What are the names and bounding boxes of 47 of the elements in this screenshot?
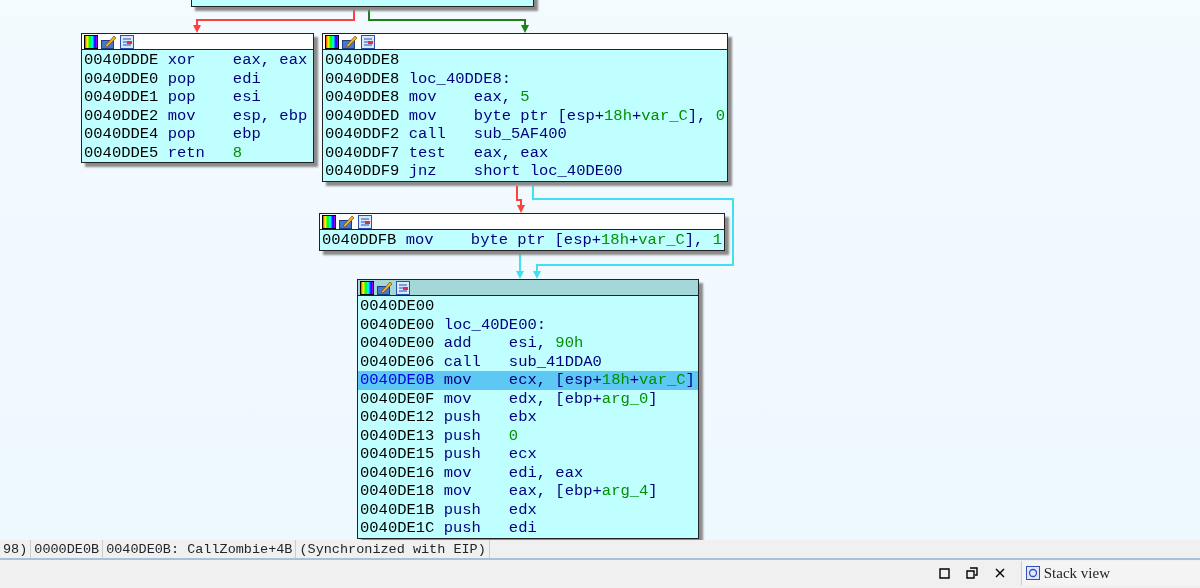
code-line[interactable]: 0040DE16 mov edi, eax — [358, 463, 698, 482]
list-icon[interactable] — [361, 35, 375, 49]
code-line[interactable]: 0040DE00 add esi, 90h — [358, 334, 698, 353]
list-icon[interactable] — [358, 215, 372, 229]
status-text: (Synchronized with EIP) — [296, 540, 490, 558]
code-line[interactable]: 0040DDE5 retn 8 — [82, 143, 313, 162]
restore-button[interactable] — [964, 566, 979, 580]
pencil-icon[interactable] — [339, 215, 355, 229]
code-line[interactable]: 0040DDDE xor eax, eax — [82, 51, 313, 70]
code-line[interactable]: 0040DDF7 test eax, eax — [323, 143, 727, 162]
code-line[interactable]: 0040DE1B push edx — [358, 500, 698, 519]
pencil-icon[interactable] — [377, 281, 393, 295]
code-line[interactable]: 0040DE13 push 0 — [358, 426, 698, 445]
list-icon[interactable] — [396, 281, 410, 295]
pencil-icon[interactable] — [342, 35, 358, 49]
stack-view-icon — [1025, 566, 1040, 580]
code-line[interactable]: 0040DDE1 pop esi — [82, 88, 313, 107]
gradient-icon[interactable] — [322, 215, 336, 229]
code-line[interactable]: 0040DE00 loc_40DE00: — [358, 315, 698, 334]
code-line[interactable]: 0040DDE8 — [323, 51, 727, 70]
code-line[interactable]: 0040DDED mov byte ptr [esp+18h+var_C], 0 — [323, 106, 727, 125]
gradient-icon[interactable] — [84, 35, 98, 49]
list-icon[interactable] — [120, 35, 134, 49]
status-text: 0000DE0B — [31, 540, 104, 558]
code-line[interactable]: 0040DE15 push ecx — [358, 445, 698, 464]
gradient-icon[interactable] — [360, 281, 374, 295]
tab-label: Stack view — [1043, 563, 1110, 583]
code-line[interactable]: 0040DE00 — [358, 297, 698, 316]
code-line[interactable]: 0040DDE8 loc_40DDE8: — [323, 69, 727, 88]
code-line[interactable]: 0040DDE8 mov eax, 5 — [323, 88, 727, 107]
code-line[interactable]: 0040DE1C push edi — [358, 519, 698, 538]
code-line[interactable]: 0040DE18 mov eax, [ebp+arg_4] — [358, 482, 698, 501]
status-text: 0040DE0B: CallZombie+4B — [103, 540, 297, 558]
maximize-button[interactable] — [936, 566, 951, 580]
code-line[interactable]: 0040DDF9 jnz short loc_40DE00 — [323, 162, 727, 181]
code-line[interactable]: 0040DDE2 mov esp, ebp — [82, 106, 313, 125]
code-line[interactable]: 0040DDF2 call sub_5AF400 — [323, 125, 727, 144]
gradient-icon[interactable] — [325, 35, 339, 49]
panel-tab[interactable]: Stack view — [1020, 561, 1200, 585]
code-line[interactable]: 0040DE06 call sub_41DDA0 — [358, 352, 698, 371]
code-line[interactable]: 0040DE12 push ebx — [358, 408, 698, 427]
code-line[interactable]: 0040DDE0 pop edi — [82, 69, 313, 88]
pencil-icon[interactable] — [101, 35, 117, 49]
code-line[interactable]: 0040DE0F mov edx, [ebp+arg_0] — [358, 389, 698, 408]
status-text: 98) — [0, 540, 32, 558]
code-line[interactable]: 0040DDE4 pop ebp — [82, 125, 313, 144]
code-line[interactable]: 0040DDFB mov byte ptr [esp+18h+var_C], 1 — [320, 231, 724, 250]
